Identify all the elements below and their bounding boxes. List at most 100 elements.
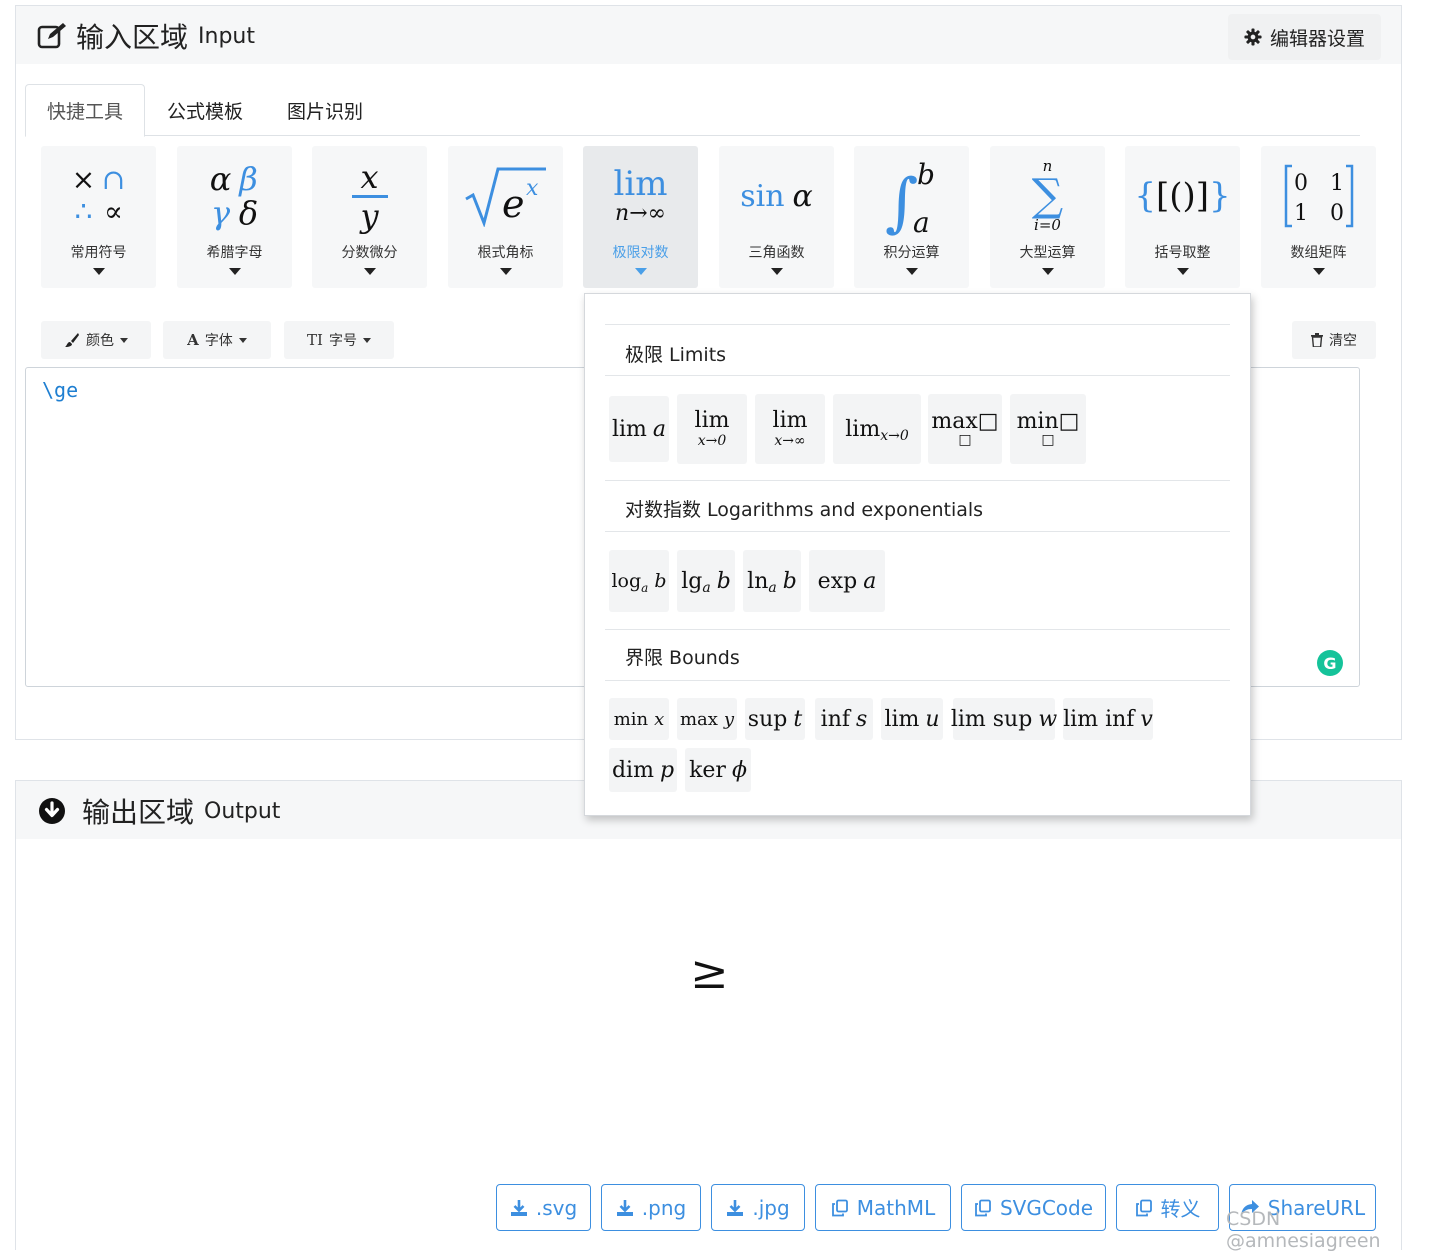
svg-text:a: a — [913, 206, 930, 236]
caret-down-icon — [499, 268, 512, 275]
copy-svgcode-button[interactable]: SVGCode — [961, 1184, 1106, 1231]
svg-text:x: x — [526, 176, 539, 201]
svg-text:b: b — [917, 158, 935, 191]
template-inf[interactable]: inf s — [815, 698, 873, 740]
tab-formula-templates[interactable]: 公式模板 — [146, 84, 264, 136]
tool-greek-letters[interactable]: αβγδ 希腊字母 — [177, 146, 292, 288]
input-panel-title: 输入区域 Input — [36, 16, 255, 56]
template-limsup[interactable]: lim sup w — [951, 698, 1057, 740]
download-jpg-button[interactable]: .jpg — [711, 1184, 805, 1231]
button-label: SVGCode — [999, 1195, 1094, 1220]
divider — [605, 629, 1230, 630]
input-title-zh: 输入区域 — [76, 21, 189, 54]
radical-icon: e x — [448, 154, 563, 238]
template-min-x[interactable]: min x — [609, 698, 669, 740]
copy-escaped-button[interactable]: 转义 — [1116, 1184, 1219, 1231]
template-dim[interactable]: dim p — [609, 748, 677, 792]
caret-down-icon — [905, 268, 918, 275]
common-symbols-icon: × ∩ ∴ ∝ — [71, 163, 126, 228]
tool-label: 极限对数 — [612, 245, 669, 261]
tab-label: 公式模板 — [167, 100, 244, 123]
tool-label: 括号取整 — [1154, 245, 1211, 261]
template-lim-subscript[interactable]: lim x→0 — [833, 394, 921, 464]
editor-content[interactable]: \ge — [42, 378, 78, 402]
output-panel: 输出区域 Output — [15, 780, 1402, 1250]
tab-label: 图片识别 — [287, 100, 364, 123]
copy-icon — [831, 1199, 848, 1216]
tab-label: 快捷工具 — [47, 101, 124, 123]
caret-down-icon — [228, 268, 241, 275]
color-dropdown[interactable]: 颜色 — [41, 321, 151, 359]
greek-letters-icon: αβγδ — [209, 160, 259, 232]
button-label: 转义 — [1160, 1197, 1201, 1221]
copy-mathml-button[interactable]: MathML — [815, 1184, 951, 1231]
template-max-y[interactable]: max y — [677, 698, 737, 740]
clear-label: 清空 — [1329, 333, 1357, 349]
button-label: .jpg — [752, 1195, 790, 1220]
font-dropdown[interactable]: A 字体 — [163, 321, 271, 359]
tool-brackets[interactable]: {[()]} 括号取整 — [1125, 146, 1240, 288]
divider — [605, 480, 1230, 481]
tool-label: 数组矩阵 — [1290, 245, 1347, 261]
editor-settings-label: 编辑器设置 — [1269, 27, 1365, 50]
template-max[interactable]: max□ □ — [928, 394, 1002, 464]
output-panel-title: 输出区域 Output — [38, 791, 280, 831]
arrow-circle-down-icon — [39, 798, 65, 824]
download-png-button[interactable]: .png — [601, 1184, 701, 1231]
input-panel-header: 输入区域 Input 编辑器设置 — [16, 6, 1401, 64]
matrix-icon: 0 1 1 0 — [1261, 154, 1376, 238]
caret-down-icon — [634, 268, 647, 275]
template-lg[interactable]: lg a b — [677, 550, 735, 612]
template-log[interactable]: log a b — [609, 550, 669, 612]
template-lim-u[interactable]: lim u — [881, 698, 943, 740]
tool-label: 分数微分 — [341, 245, 398, 261]
tool-trig[interactable]: sin α 三角函数 — [719, 146, 834, 288]
limit-icon: lim n→∞ — [613, 164, 668, 226]
svg-text:e: e — [502, 182, 525, 226]
button-label: MathML — [856, 1195, 936, 1220]
tool-fractions[interactable]: x y 分数微分 — [312, 146, 427, 288]
template-min[interactable]: min□ □ — [1010, 394, 1086, 464]
section-title-limits: 极限 Limits — [625, 344, 727, 366]
tool-large-operators[interactable]: n ∑ i=0 大型运算 — [990, 146, 1105, 288]
tool-common-symbols[interactable]: × ∩ ∴ ∝ 常用符号 — [41, 146, 156, 288]
template-sup[interactable]: sup t — [745, 698, 805, 740]
tool-radicals[interactable]: e x 根式角标 — [448, 146, 563, 288]
tab-image-recognition[interactable]: 图片识别 — [266, 84, 384, 136]
tool-label: 常用符号 — [70, 245, 127, 261]
template-lim-x-to-inf[interactable]: lim x→∞ — [755, 394, 825, 464]
copy-icon — [975, 1199, 991, 1216]
template-ker[interactable]: ker ϕ — [685, 748, 751, 792]
tool-tabs: 快捷工具 公式模板 图片识别 — [25, 84, 1360, 137]
divider — [605, 375, 1230, 376]
rendered-formula: ≥ — [690, 945, 729, 999]
download-icon — [616, 1199, 633, 1216]
font-size-dropdown[interactable]: TI 字号 — [284, 321, 394, 359]
editor-settings-button[interactable]: 编辑器设置 — [1227, 14, 1381, 60]
fraction-icon: x y — [312, 154, 427, 238]
template-exp[interactable]: exp a — [809, 550, 885, 612]
caret-down-icon — [1176, 268, 1189, 275]
copy-icon — [1135, 1199, 1152, 1216]
grammarly-icon[interactable]: G — [1317, 650, 1343, 676]
template-lim[interactable]: lim a — [609, 396, 669, 462]
template-liminf[interactable]: lim inf v — [1063, 698, 1153, 740]
brush-icon — [65, 333, 79, 347]
tab-quick-tools[interactable]: 快捷工具 — [25, 84, 146, 137]
tool-integrals[interactable]: ∫ b a 积分运算 — [854, 146, 969, 288]
size-label: 字号 — [328, 333, 357, 349]
tool-matrices[interactable]: 0 1 1 0 数组矩阵 — [1261, 146, 1376, 288]
font-label: 字体 — [204, 333, 233, 349]
template-ln[interactable]: ln a b — [743, 550, 801, 612]
tool-limits-logs[interactable]: lim n→∞ 极限对数 — [583, 146, 698, 288]
output-title-en: Output — [204, 798, 281, 824]
clear-button[interactable]: 清空 — [1292, 321, 1376, 359]
color-label: 颜色 — [86, 333, 114, 349]
download-svg-button[interactable]: .svg — [496, 1184, 591, 1231]
caret-down-icon — [92, 268, 105, 275]
download-icon — [727, 1199, 744, 1216]
caret-down-icon — [1312, 268, 1325, 275]
tool-label: 积分运算 — [883, 245, 940, 261]
tool-label: 大型运算 — [1019, 245, 1076, 261]
template-lim-x-to-0[interactable]: lim x→0 — [677, 394, 747, 464]
